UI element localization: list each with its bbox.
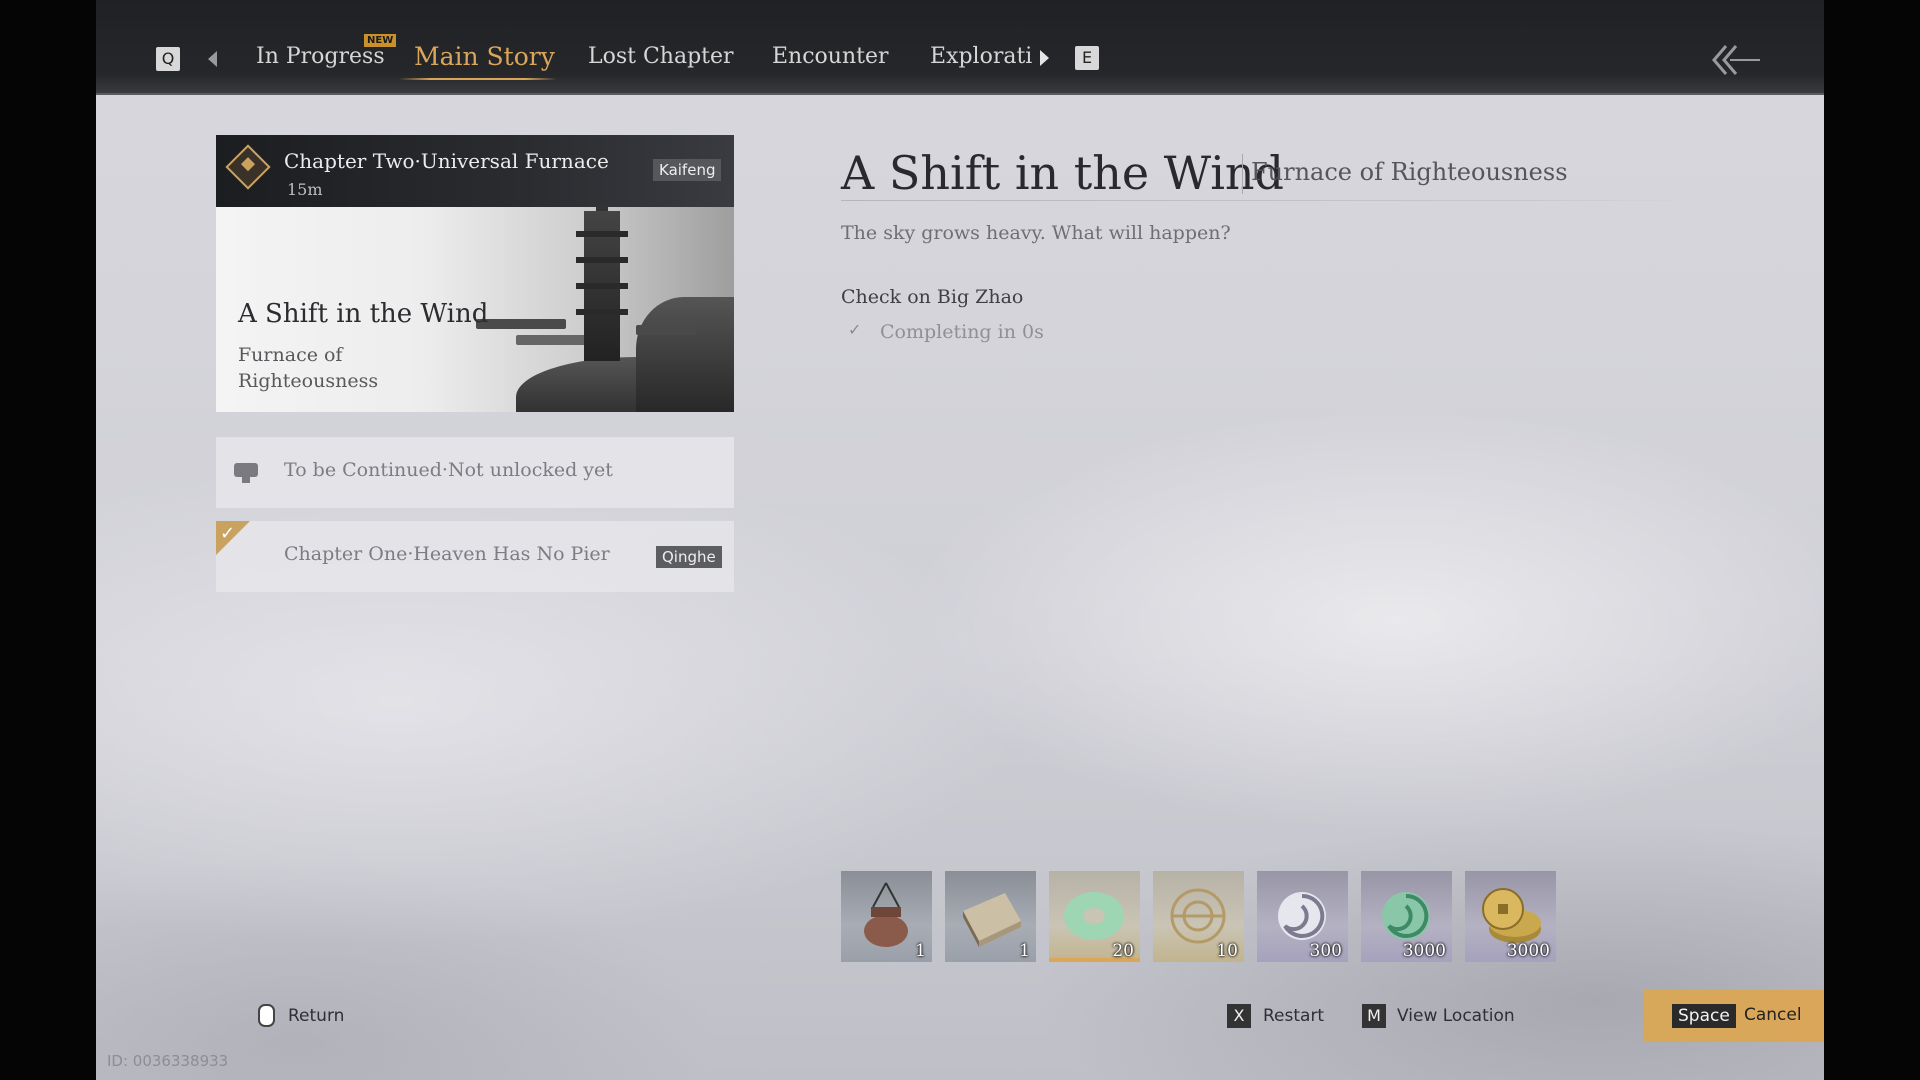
chapter-duration: 15m [287,180,323,199]
e-key-hint[interactable]: E [1075,46,1099,70]
header-rule [841,200,1701,201]
view-location-key: M [1362,1004,1386,1028]
chapter-emblem-icon [225,144,271,190]
new-badge: NEW [364,34,397,47]
reward-count: 1 [1019,941,1030,961]
completed-chapter-title: Chapter One·Heaven Has No Pier [284,543,610,565]
restart-button[interactable]: Restart [1263,1006,1324,1026]
cancel-button[interactable]: Space Cancel [1644,990,1824,1042]
reward-count: 20 [1112,941,1134,961]
reward-count: 1 [915,941,926,961]
top-navigation-bar: Q In Progress NEW Main Story Lost Chapte… [96,0,1824,95]
card-quest-title: A Shift in the Wind [238,299,489,329]
reward-count: 3000 [1402,941,1446,961]
back-arrow-icon[interactable] [1710,42,1762,78]
chapter-artwork: A Shift in the Wind Furnace of Righteous… [216,205,734,412]
active-tab-underline [399,78,557,80]
quest-objective: Check on Big Zhao [841,286,1024,308]
objective-status: Completing in 0s [880,321,1044,343]
q-key-hint[interactable]: Q [156,47,180,71]
locked-sign-icon [234,463,258,477]
tab-lost-chapter[interactable]: Lost Chapter [588,44,734,69]
current-chapter-card[interactable]: Chapter Two·Universal Furnace 15m Kaifen… [216,135,734,412]
restart-key: X [1227,1004,1251,1028]
reward-slot[interactable]: 10 [1153,871,1244,962]
chapter-title: Chapter Two·Universal Furnace [284,149,609,173]
reward-count: 3000 [1506,941,1550,961]
checkmark-icon: ✓ [220,523,236,544]
tab-exploration[interactable]: Explorati [930,44,1032,69]
return-button[interactable]: Return [288,1006,344,1026]
view-location-button[interactable]: View Location [1397,1006,1515,1026]
tab-encounter[interactable]: Encounter [772,44,889,69]
tab-in-progress[interactable]: In Progress [256,44,385,69]
quest-title: A Shift in the Wind [841,146,1284,200]
objective-check-icon: ✓ [848,320,862,339]
space-key: Space [1672,1004,1736,1028]
title-divider [1242,154,1243,194]
quest-description: The sky grows heavy. What will happen? [841,222,1231,244]
player-id: ID: 0036338933 [107,1052,229,1070]
tab-main-story[interactable]: Main Story [414,42,555,71]
cancel-label: Cancel [1744,1005,1802,1025]
locked-chapter-label: To be Continued·Not unlocked yet [284,459,613,481]
mouse-icon [258,1004,275,1027]
reward-slot[interactable]: 1 [841,871,932,962]
game-screen: Q In Progress NEW Main Story Lost Chapte… [96,0,1824,1080]
chapter-card-header: Chapter Two·Universal Furnace 15m Kaifen… [216,135,734,207]
card-quest-subtitle: Furnace of Righteousness [238,344,379,392]
reward-count: 10 [1216,941,1238,961]
quest-location: Furnace of Righteousness [1251,158,1568,186]
reward-slot[interactable]: 3000 [1361,871,1452,962]
reward-slot[interactable]: 3000 [1465,871,1556,962]
reward-count: 300 [1309,941,1342,961]
reward-slot[interactable]: 1 [945,871,1036,962]
nav-left-arrow-icon[interactable] [208,51,217,67]
completed-chapter-row[interactable]: ✓ Chapter One·Heaven Has No Pier Qinghe [216,521,734,592]
completed-region-tag: Qinghe [656,546,722,568]
reward-slot[interactable]: 300 [1257,871,1348,962]
nav-right-arrow-icon[interactable] [1040,50,1049,66]
region-tag: Kaifeng [653,159,722,181]
reward-slot[interactable]: 20 [1049,871,1140,962]
locked-chapter-row[interactable]: To be Continued·Not unlocked yet [216,437,734,508]
